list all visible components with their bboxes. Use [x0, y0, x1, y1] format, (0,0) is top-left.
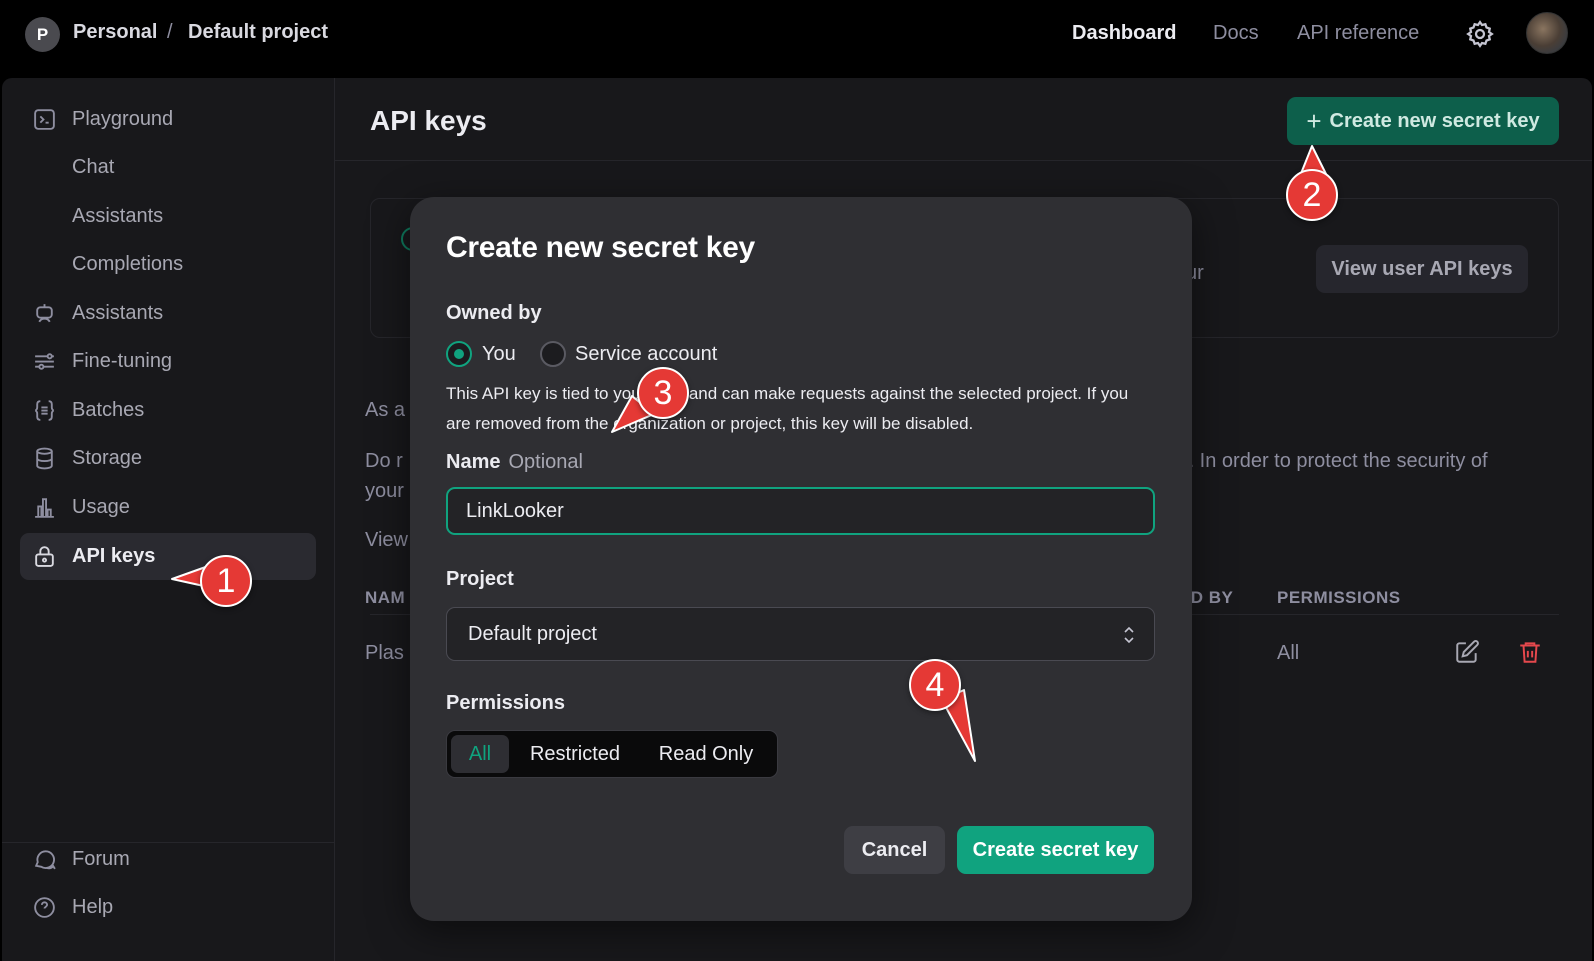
header-divider — [335, 160, 1592, 161]
breadcrumb-project[interactable]: Default project — [188, 21, 328, 44]
create-secret-key-button[interactable]: Create secret key — [957, 826, 1154, 874]
owned-by-label: Owned by — [446, 302, 542, 324]
permissions-label: Permissions — [446, 692, 565, 714]
sidebar-item-chat[interactable]: Chat — [20, 144, 316, 191]
create-key-modal: Create new secret key Owned by You Servi… — [410, 197, 1192, 921]
page-title: API keys — [370, 105, 487, 136]
sidebar-item-label: API keys — [72, 545, 156, 567]
nav-docs[interactable]: Docs — [1213, 22, 1259, 45]
sidebar-item-help[interactable]: Help — [20, 884, 316, 931]
user-avatar[interactable] — [1526, 12, 1568, 54]
column-header-permissions: PERMISSIONS — [1277, 588, 1401, 607]
radio-label-you[interactable]: You — [482, 343, 516, 366]
terminal-icon — [34, 109, 55, 130]
database-icon — [36, 447, 53, 470]
step-callout-2: 2 — [1286, 169, 1338, 221]
step-callout-1: 1 — [200, 555, 252, 607]
key-name-input[interactable] — [446, 487, 1155, 535]
owner-help-text: This API key is tied to your user and ca… — [446, 384, 1129, 433]
view-user-api-keys-button[interactable]: View user API keys — [1316, 245, 1528, 293]
cancel-button[interactable]: Cancel — [844, 826, 945, 874]
main-frame: Playground Chat Assistants Completions A… — [2, 78, 1592, 961]
sidebar-item-batches[interactable]: Batches — [20, 387, 316, 434]
sidebar-item-label: Chat — [72, 156, 115, 178]
sidebar-item-label: Assistants — [72, 205, 164, 227]
org-avatar[interactable]: P — [25, 17, 60, 52]
project-label: Project — [446, 568, 514, 590]
forum-icon — [34, 850, 56, 870]
project-select-value: Default project — [468, 623, 597, 645]
sidebar-item-label: Batches — [72, 399, 145, 421]
plus-icon: + — [1306, 106, 1322, 136]
robot-icon — [36, 304, 53, 323]
sidebar-item-fine-tuning[interactable]: Fine-tuning — [20, 338, 316, 385]
sidebar-item-label: Forum — [72, 848, 130, 870]
sidebar-item-playground[interactable]: Playground — [20, 96, 316, 143]
sidebar-item-label: Playground — [72, 108, 174, 130]
sidebar-item-assistants[interactable]: Assistants — [20, 290, 316, 337]
sidebar-item-label: Storage — [72, 447, 143, 469]
radio-owner-service-account[interactable] — [540, 341, 566, 367]
nav-api-reference[interactable]: API reference — [1297, 22, 1419, 45]
help-icon — [34, 897, 55, 918]
sidebar-item-label: Fine-tuning — [72, 350, 173, 372]
sidebar-item-usage[interactable]: Usage — [20, 484, 316, 531]
name-label-text: Name — [446, 451, 501, 473]
name-label: Name Optional — [446, 451, 583, 474]
create-new-secret-key-label: Create new secret key — [1329, 109, 1540, 132]
sidebar-item-forum[interactable]: Forum — [20, 836, 316, 883]
sliders-icon — [35, 353, 54, 370]
trash-icon[interactable] — [1517, 639, 1543, 665]
nav-dashboard[interactable]: Dashboard — [1072, 22, 1176, 45]
project-select[interactable]: Default project — [446, 607, 1155, 661]
optional-tag: Optional — [508, 451, 583, 473]
permission-restricted[interactable]: Restricted — [515, 735, 635, 773]
create-new-secret-key-button[interactable]: + Create new secret key — [1287, 97, 1559, 145]
description-text: As a — [365, 399, 406, 421]
description-text: your — [365, 480, 404, 502]
bar-chart-icon — [35, 498, 54, 518]
view-link-text[interactable]: View — [365, 529, 408, 552]
sidebar-item-storage[interactable]: Storage — [20, 435, 316, 482]
radio-owner-you[interactable] — [446, 341, 472, 367]
permission-read-only[interactable]: Read Only — [643, 735, 769, 773]
key-name-cell: Plas — [365, 642, 404, 664]
top-bar: P Personal / Default project Dashboard D… — [0, 0, 1594, 78]
step-callout-4: 4 — [909, 659, 961, 711]
chevron-up-down-icon — [1124, 626, 1134, 644]
description-text: Do r — [365, 450, 403, 472]
column-header-name: NAM — [365, 588, 406, 607]
sidebar: Playground Chat Assistants Completions A… — [2, 78, 335, 961]
sidebar-item-label: Help — [72, 896, 114, 918]
sidebar-item-label: Usage — [72, 496, 130, 518]
edit-icon[interactable] — [1454, 639, 1480, 665]
step-callout-3: 3 — [637, 367, 689, 419]
braces-icon — [34, 400, 55, 421]
modal-title: Create new secret key — [446, 231, 755, 264]
radio-label-service-account[interactable]: Service account — [575, 343, 717, 366]
sidebar-item-playground-assistants[interactable]: Assistants — [20, 193, 316, 240]
sidebar-item-label: Assistants — [72, 302, 164, 324]
description-text: le. In order to protect the security of — [1173, 450, 1488, 472]
permissions-segmented-control: All Restricted Read Only — [446, 730, 778, 778]
sidebar-item-api-keys[interactable]: API keys — [20, 533, 316, 580]
permission-all[interactable]: All — [451, 735, 509, 773]
gear-icon[interactable] — [1465, 19, 1495, 49]
breadcrumb-separator: / — [167, 21, 173, 43]
key-permissions-cell: All — [1277, 642, 1300, 664]
lock-icon — [35, 546, 54, 567]
breadcrumb-org[interactable]: Personal — [73, 21, 157, 44]
sidebar-item-label: Completions — [72, 253, 184, 275]
sidebar-item-completions[interactable]: Completions — [20, 241, 316, 288]
